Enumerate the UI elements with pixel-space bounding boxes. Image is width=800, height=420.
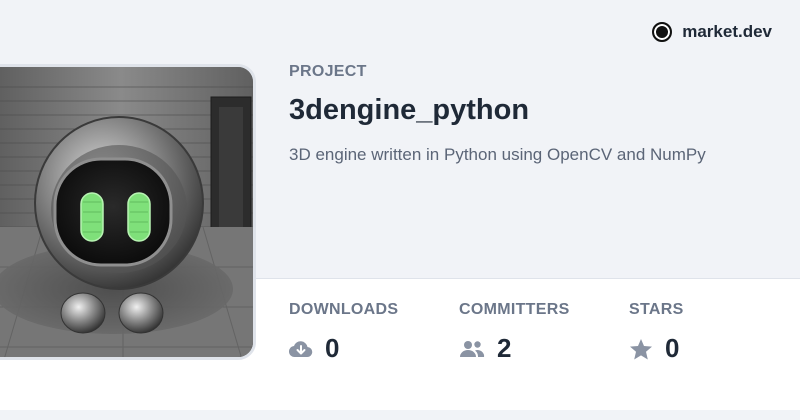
project-thumbnail bbox=[0, 64, 256, 360]
stars-value: 0 bbox=[665, 333, 680, 363]
stat-stars: STARS 0 bbox=[629, 301, 684, 364]
downloads-label: DOWNLOADS bbox=[289, 301, 399, 318]
project-title: 3dengine_python bbox=[289, 94, 530, 126]
stars-label: STARS bbox=[629, 301, 684, 318]
robot-illustration bbox=[0, 67, 253, 357]
cloud-download-icon bbox=[289, 339, 313, 359]
brand-name: market.dev bbox=[682, 22, 772, 41]
stat-committers: COMMITTERS 2 bbox=[459, 301, 570, 364]
stat-downloads: DOWNLOADS 0 bbox=[289, 301, 398, 364]
users-icon bbox=[459, 339, 485, 359]
section-label: PROJECT bbox=[289, 63, 367, 80]
bottom-strip bbox=[0, 410, 800, 420]
brand[interactable]: market.dev bbox=[652, 22, 772, 42]
committers-value: 2 bbox=[497, 333, 512, 363]
committers-label: COMMITTERS bbox=[459, 301, 570, 318]
star-icon bbox=[629, 338, 653, 360]
project-description: 3D engine written in Python using OpenCV… bbox=[289, 145, 706, 164]
market-logo-icon bbox=[652, 22, 673, 42]
downloads-value: 0 bbox=[325, 333, 340, 363]
